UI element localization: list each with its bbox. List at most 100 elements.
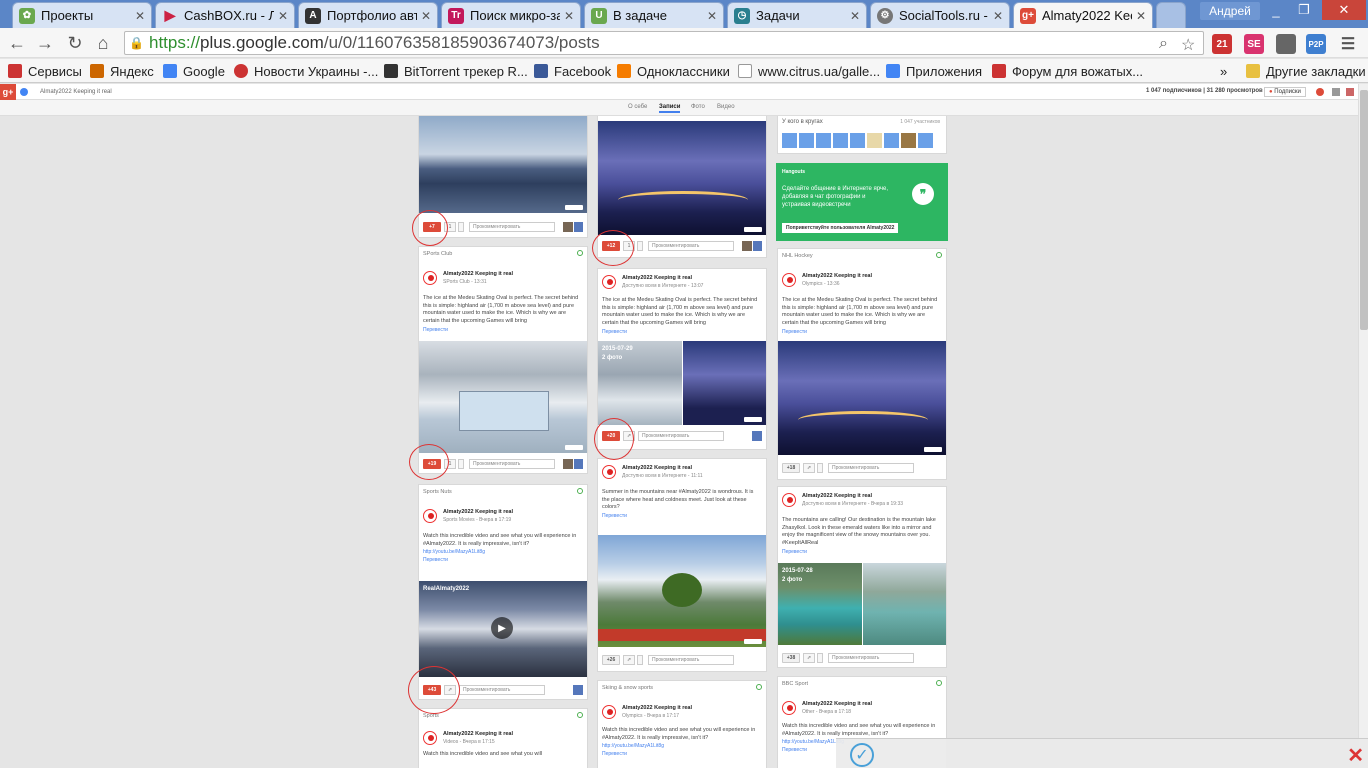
gmail-extension-icon[interactable]: 21 <box>1212 34 1232 54</box>
bookmark-services[interactable]: Сервисы <box>8 62 82 80</box>
avatar[interactable] <box>423 271 437 285</box>
post-image[interactable] <box>598 121 766 235</box>
share-icon[interactable]: ⇗ <box>803 653 815 663</box>
follow-button[interactable]: ● Подписки <box>1264 87 1306 97</box>
profile-name[interactable]: Андрей <box>1200 2 1260 20</box>
more-button[interactable] <box>817 653 823 663</box>
tab-micro-search[interactable]: Tr Поиск микро-за ✕ <box>441 2 581 28</box>
translate-link[interactable]: Перевести <box>423 557 448 563</box>
more-button[interactable] <box>458 222 464 232</box>
plus-one-button[interactable]: +19 <box>423 459 441 469</box>
tab-videos[interactable]: Видео <box>717 104 735 110</box>
avatar[interactable] <box>782 133 797 148</box>
play-icon[interactable]: ▶ <box>491 617 513 639</box>
close-icon[interactable]: ✕ <box>850 9 860 23</box>
tab-in-task[interactable]: UВ задаче ✕ <box>584 2 724 28</box>
menu-icon[interactable]: ☰ <box>1338 34 1358 54</box>
author-name[interactable]: Almaty2022 Keeping it real <box>622 705 692 711</box>
bookmark-news-ukraine[interactable]: Новости Украины -... <box>234 62 378 80</box>
bookmark-yandex[interactable]: Яндекс <box>90 62 154 80</box>
translate-link[interactable]: Перевести <box>782 747 807 753</box>
community-name[interactable]: SPorts Club <box>423 251 452 257</box>
account-avatar[interactable] <box>1346 88 1354 96</box>
avatar[interactable] <box>901 133 916 148</box>
comment-input[interactable]: Прокомментировать <box>828 653 914 663</box>
plus-one-button[interactable]: +18 <box>782 463 800 473</box>
forward-icon[interactable]: → <box>34 32 56 54</box>
close-icon[interactable]: ✕ <box>1136 9 1146 23</box>
extension-icon[interactable] <box>1276 34 1296 54</box>
post-image[interactable] <box>778 341 946 455</box>
album-photo-2[interactable] <box>683 341 766 425</box>
video-link[interactable]: http://youtu.be/MazyA1Lit8g <box>423 549 485 555</box>
author-name[interactable]: Almaty2022 Keeping it real <box>443 731 513 737</box>
tab-cashbox[interactable]: ▶CashBOX.ru - Ли✕ <box>155 2 295 28</box>
album-photo-2[interactable] <box>863 563 946 645</box>
share-icon[interactable]: ⇗ <box>623 431 635 441</box>
album-photo-1[interactable]: 2015-07-29 2 фото <box>598 341 682 425</box>
se-extension-icon[interactable]: SE <box>1244 34 1264 54</box>
share-icon[interactable]: ⇗ <box>803 463 815 473</box>
translate-link[interactable]: Перевести <box>602 329 627 335</box>
plus-one-button[interactable]: +26 <box>602 655 620 665</box>
tab-tasks[interactable]: ◷ Задачи ✕ <box>727 2 867 28</box>
address-bar[interactable]: 🔒 https://plus.google.com/u/0/1160763581… <box>124 31 1204 55</box>
video-link[interactable]: http://youtu.be/MazyA1Lit8g <box>782 739 844 745</box>
community-name[interactable]: BBC Sport <box>782 681 808 687</box>
plus-one-button[interactable]: +7 <box>423 222 441 232</box>
avatar[interactable] <box>833 133 848 148</box>
author-name[interactable]: Almaty2022 Keeping it real <box>802 493 872 499</box>
star-icon[interactable]: ☆ <box>1181 35 1195 55</box>
close-icon[interactable]: ✕ <box>993 9 1003 23</box>
avatar[interactable] <box>782 273 796 287</box>
avatar[interactable] <box>782 701 796 715</box>
avatar[interactable] <box>867 133 882 148</box>
tab-almaty2022[interactable]: g+ Almaty2022 Kee ✕ <box>1013 2 1153 28</box>
plus-one-button[interactable]: +43 <box>423 685 441 695</box>
author-name[interactable]: Almaty2022 Keeping it real <box>802 273 872 279</box>
translate-link[interactable]: Перевести <box>782 329 807 335</box>
bookmark-forum[interactable]: Форум для вожатых... <box>992 62 1143 80</box>
bookmark-odnoklassniki[interactable]: Одноклассники <box>617 62 730 80</box>
bookmark-other[interactable]: Другие закладки <box>1246 62 1366 80</box>
avatar[interactable] <box>884 133 899 148</box>
community-name[interactable]: Sports <box>423 713 439 719</box>
bookmark-bittorrent[interactable]: BitTorrent трекер R... <box>384 62 528 80</box>
restore-button[interactable]: ❐ <box>1290 0 1318 20</box>
community-name[interactable]: Sports Nuts <box>423 489 452 495</box>
back-icon[interactable]: ← <box>6 32 28 54</box>
comment-input[interactable]: Прокомментировать <box>469 459 555 469</box>
more-button[interactable] <box>637 241 643 251</box>
community-name[interactable]: NHL Hockey <box>782 253 813 259</box>
translate-link[interactable]: Перевести <box>423 327 448 333</box>
tab-socialtools[interactable]: ⚙ SocialTools.ru - ✕ <box>870 2 1010 28</box>
bookmarks-more[interactable]: » <box>1220 62 1227 80</box>
plus-one-button[interactable]: +12 <box>602 241 620 251</box>
video-link[interactable]: http://youtu.be/MazyA1Lit8g <box>602 743 664 749</box>
home-icon[interactable]: ⌂ <box>92 32 114 54</box>
zoom-icon[interactable]: ⌕ <box>1159 35 1168 53</box>
avatar[interactable] <box>423 509 437 523</box>
comment-input[interactable]: Прокомментировать <box>648 241 734 251</box>
post-image[interactable] <box>419 116 587 213</box>
more-button[interactable] <box>817 463 823 473</box>
scroll-thumb[interactable] <box>1360 90 1368 330</box>
comment-input[interactable]: Прокомментировать <box>638 431 724 441</box>
post-image[interactable] <box>598 535 766 647</box>
post-image[interactable] <box>419 341 587 453</box>
p2p-extension-icon[interactable]: P2P <box>1306 34 1326 54</box>
author-name[interactable]: Almaty2022 Keeping it real <box>622 465 692 471</box>
comment-input[interactable]: Прокомментировать <box>459 685 545 695</box>
video-thumbnail[interactable]: RealAlmaty2022 ▶ <box>419 581 587 677</box>
close-icon[interactable]: ✕ <box>1347 743 1364 768</box>
avatar[interactable] <box>602 465 616 479</box>
avatar[interactable] <box>816 133 831 148</box>
new-tab-button[interactable] <box>1156 2 1186 28</box>
share-icon[interactable]: ⇗ <box>623 655 635 665</box>
avatar[interactable] <box>850 133 865 148</box>
page-avatar[interactable] <box>20 88 28 96</box>
avatar[interactable] <box>918 133 933 148</box>
plus-one-button[interactable]: +20 <box>602 431 620 441</box>
tab-photos[interactable]: Фото <box>691 104 705 110</box>
share-icon[interactable]: 1 <box>444 222 456 232</box>
